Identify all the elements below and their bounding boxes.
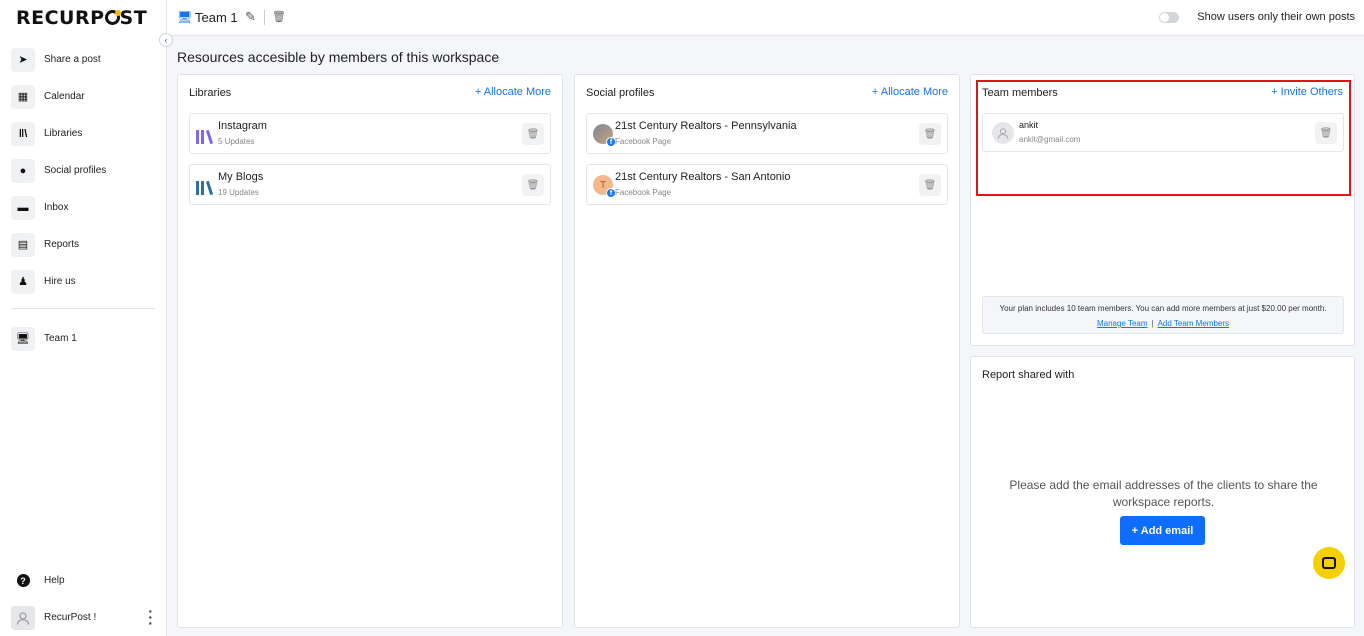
library-updates: 19 Updates bbox=[218, 188, 259, 197]
user-avatar bbox=[11, 605, 35, 630]
user-name: RecurPost ! bbox=[44, 612, 97, 623]
sidebar-item-label: Share a post bbox=[44, 54, 101, 65]
divider bbox=[264, 10, 265, 25]
sidebar-item-social-profiles[interactable]: ● Social profiles bbox=[0, 152, 167, 189]
hire-us-icon: ♟ bbox=[11, 269, 35, 294]
sidebar-item-inbox[interactable]: ▬ Inbox bbox=[0, 189, 167, 226]
library-title: Instagram bbox=[218, 120, 267, 132]
libraries-heading: Libraries bbox=[189, 87, 232, 99]
report-shared-panel: Report shared with Please add the email … bbox=[970, 356, 1355, 628]
plan-note-text: Your plan includes 10 team members. You … bbox=[999, 304, 1327, 313]
sidebar-item-label: Calendar bbox=[44, 91, 85, 102]
add-email-button[interactable]: + Add email bbox=[1120, 516, 1205, 545]
sidebar: RECURP ST ➤ Share a post ▦ Calendar ‖\ Li… bbox=[0, 0, 167, 636]
sidebar-menu: ➤ Share a post ▦ Calendar ‖\ Libraries ●… bbox=[0, 41, 167, 300]
add-team-members-link[interactable]: Add Team Members bbox=[1158, 319, 1229, 328]
allocate-more-profiles-button[interactable]: + Allocate More bbox=[872, 86, 948, 98]
top-bar: 🖥 Team 1 ✎ 🗑 Show users only their own p… bbox=[167, 0, 1364, 36]
sidebar-user[interactable]: RecurPost ! bbox=[0, 599, 167, 636]
library-card-my-blogs[interactable]: My Blogs 19 Updates 🗑 bbox=[189, 164, 551, 205]
sidebar-item-team-1[interactable]: 🖥 Team 1 bbox=[0, 320, 167, 357]
library-icon bbox=[196, 124, 216, 145]
workspace-name: Team 1 bbox=[195, 10, 238, 25]
profile-card-san-antonio[interactable]: T f 21st Century Realtors - San Antonio … bbox=[586, 164, 948, 205]
profile-initial: T bbox=[599, 179, 607, 191]
library-icon bbox=[196, 175, 216, 196]
page-title: Resources accesible by members of this w… bbox=[177, 49, 500, 65]
profile-card-pennsylvania[interactable]: f 21st Century Realtors - Pennsylvania F… bbox=[586, 113, 948, 154]
social-profiles-icon: ● bbox=[11, 158, 35, 183]
sidebar-item-label: Team 1 bbox=[44, 333, 77, 344]
own-posts-toggle-label: Show users only their own posts bbox=[1197, 11, 1355, 23]
workspace-icon: 🖥 bbox=[11, 326, 35, 351]
libraries-panel: Libraries + Allocate More Instagram 5 Up… bbox=[177, 74, 563, 628]
edit-icon[interactable]: ✎ bbox=[245, 9, 256, 25]
calendar-icon: ▦ bbox=[11, 84, 35, 109]
sidebar-item-reports[interactable]: ▤ Reports bbox=[0, 226, 167, 263]
logo-o-mark bbox=[104, 10, 121, 25]
sidebar-bottom: ? Help RecurPost ! · · · bbox=[0, 562, 167, 636]
sidebar-item-label: Hire us bbox=[44, 276, 76, 287]
report-shared-heading: Report shared with bbox=[982, 369, 1075, 381]
inbox-icon: ▬ bbox=[11, 195, 35, 220]
sidebar-item-label: Reports bbox=[44, 239, 80, 250]
library-updates: 5 Updates bbox=[218, 137, 255, 146]
sidebar-item-calendar[interactable]: ▦ Calendar bbox=[0, 78, 167, 115]
profile-title: 21st Century Realtors - San Antonio bbox=[615, 171, 791, 183]
profile-avatar: f bbox=[593, 124, 616, 147]
sidebar-item-label: Inbox bbox=[44, 202, 69, 213]
trash-icon[interactable]: 🗑 bbox=[919, 123, 941, 145]
library-icon: ‖\ bbox=[11, 121, 35, 146]
profile-type: Facebook Page bbox=[615, 137, 672, 146]
sidebar-item-hire-us[interactable]: ♟ Hire us bbox=[0, 263, 167, 300]
plan-note: Your plan includes 10 team members. You … bbox=[982, 296, 1344, 334]
social-profiles-panel: Social profiles + Allocate More f 21st C… bbox=[574, 74, 960, 628]
sidebar-item-label: Help bbox=[44, 575, 65, 586]
workspace-icon: 🖥 bbox=[177, 10, 193, 24]
report-shared-message: Please add the email addresses of the cl… bbox=[1009, 478, 1318, 509]
sidebar-divider bbox=[11, 308, 155, 309]
reports-icon: ▤ bbox=[11, 232, 35, 257]
social-profiles-heading: Social profiles bbox=[586, 87, 655, 99]
trash-icon[interactable]: 🗑 bbox=[919, 174, 941, 196]
profile-title: 21st Century Realtors - Pennsylvania bbox=[615, 120, 797, 132]
sidebar-item-help[interactable]: ? Help bbox=[0, 562, 167, 599]
highlight-box bbox=[976, 80, 1351, 196]
profile-avatar: T f bbox=[593, 175, 616, 198]
trash-icon[interactable]: 🗑 bbox=[522, 123, 544, 145]
library-title: My Blogs bbox=[218, 171, 264, 183]
sidebar-item-label: Social profiles bbox=[44, 165, 107, 176]
help-icon: ? bbox=[11, 568, 35, 593]
link-separator: | bbox=[1151, 319, 1154, 328]
chat-support-icon[interactable] bbox=[1313, 547, 1345, 579]
manage-team-link[interactable]: Manage Team bbox=[1097, 319, 1148, 328]
profile-type: Facebook Page bbox=[615, 188, 672, 197]
plan-links: Manage Team | Add Team Members bbox=[983, 319, 1343, 328]
more-options-icon[interactable]: · · · bbox=[148, 604, 153, 630]
sidebar-item-share-a-post[interactable]: ➤ Share a post bbox=[0, 41, 167, 78]
send-icon: ➤ bbox=[11, 47, 35, 72]
sidebar-team-section: 🖥 Team 1 bbox=[0, 320, 167, 357]
library-card-instagram[interactable]: Instagram 5 Updates 🗑 bbox=[189, 113, 551, 154]
trash-icon[interactable]: 🗑 bbox=[522, 174, 544, 196]
sidebar-item-label: Libraries bbox=[44, 128, 83, 139]
sidebar-item-libraries[interactable]: ‖\ Libraries bbox=[0, 115, 167, 152]
collapse-sidebar-button[interactable]: ‹ bbox=[159, 33, 173, 47]
own-posts-toggle[interactable] bbox=[1159, 12, 1179, 23]
trash-icon[interactable]: 🗑 bbox=[272, 10, 286, 23]
allocate-more-libraries-button[interactable]: + Allocate More bbox=[475, 86, 551, 98]
recurpost-logo[interactable]: RECURP ST bbox=[16, 7, 147, 29]
